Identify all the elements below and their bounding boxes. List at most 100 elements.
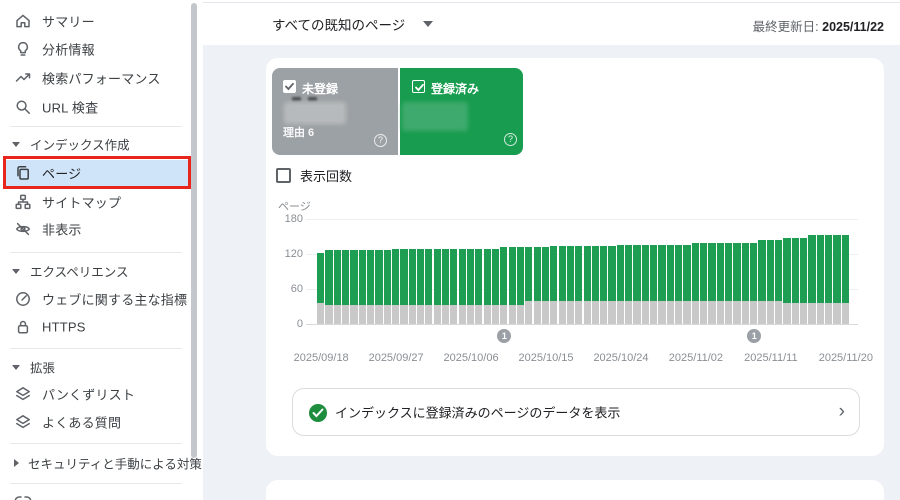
bar-segment-indexed[interactable]	[558, 245, 566, 301]
bar-segment-not-indexed[interactable]	[800, 303, 808, 324]
bar-segment-not-indexed[interactable]	[475, 304, 483, 324]
bar-segment-indexed[interactable]	[325, 249, 333, 305]
bar-segment-not-indexed[interactable]	[725, 300, 733, 324]
bar-segment-indexed[interactable]	[541, 247, 550, 301]
bar-segment-indexed[interactable]	[433, 248, 441, 305]
bar-segment-not-indexed[interactable]	[508, 304, 516, 324]
bar-segment-not-indexed[interactable]	[616, 300, 625, 324]
bar-segment-indexed[interactable]	[633, 244, 641, 301]
bar-segment-indexed[interactable]	[825, 235, 833, 303]
indexed-card[interactable]: 登録済み ?	[400, 68, 523, 155]
bar-segment-not-indexed[interactable]	[391, 304, 400, 324]
bar-segment-indexed[interactable]	[458, 248, 466, 305]
bar-segment-indexed[interactable]	[791, 237, 799, 303]
bar-segment-indexed[interactable]	[583, 245, 591, 301]
sidebar-item-summary[interactable]: サマリー	[0, 7, 186, 35]
bar-segment-indexed[interactable]	[575, 245, 583, 301]
bar-segment-indexed[interactable]	[508, 247, 516, 305]
bar-segment-not-indexed[interactable]	[541, 300, 550, 324]
bar-segment-indexed[interactable]	[383, 249, 391, 305]
bar-segment-indexed[interactable]	[716, 242, 724, 301]
bar-segment-not-indexed[interactable]	[525, 300, 533, 324]
bar-segment-indexed[interactable]	[566, 245, 575, 301]
bar-segment-not-indexed[interactable]	[441, 304, 450, 324]
sidebar-scrollbar[interactable]	[191, 3, 197, 458]
bar-segment-indexed[interactable]	[833, 235, 841, 303]
bar-segment-not-indexed[interactable]	[775, 300, 783, 324]
bar-segment-not-indexed[interactable]	[691, 300, 699, 324]
bar-segment-indexed[interactable]	[808, 235, 816, 303]
bar-segment-indexed[interactable]	[783, 237, 791, 303]
bar-segment-indexed[interactable]	[466, 248, 475, 305]
bar-segment-not-indexed[interactable]	[675, 300, 683, 324]
bar-segment-not-indexed[interactable]	[633, 300, 641, 324]
bar-segment-indexed[interactable]	[525, 247, 533, 301]
bar-segment-not-indexed[interactable]	[808, 303, 816, 324]
bar-segment-not-indexed[interactable]	[591, 300, 600, 324]
bar-segment-indexed[interactable]	[616, 244, 625, 301]
impressions-toggle[interactable]: 表示回数	[276, 167, 352, 184]
bar-segment-not-indexed[interactable]	[758, 300, 766, 324]
bar-segment-indexed[interactable]	[500, 247, 508, 305]
bar-segment-not-indexed[interactable]	[483, 304, 491, 324]
bar-segment-not-indexed[interactable]	[791, 303, 799, 324]
bar-segment-not-indexed[interactable]	[825, 303, 833, 324]
bar-segment-indexed[interactable]	[683, 244, 691, 301]
bar-segment-not-indexed[interactable]	[641, 300, 650, 324]
sidebar-section-enhancements[interactable]: 拡張	[0, 353, 186, 381]
bar-segment-not-indexed[interactable]	[625, 300, 633, 324]
bar-segment-not-indexed[interactable]	[608, 300, 616, 324]
page-filter-dropdown[interactable]: すべての既知のページ	[272, 13, 434, 35]
bar-segment-not-indexed[interactable]	[375, 304, 383, 324]
bar-segment-indexed[interactable]	[841, 235, 849, 303]
bar-segment-not-indexed[interactable]	[833, 303, 841, 324]
impressions-checkbox[interactable]	[276, 167, 291, 183]
indexed-checkbox[interactable]	[412, 80, 425, 93]
bar-segment-indexed[interactable]	[450, 248, 458, 305]
bar-segment-not-indexed[interactable]	[816, 303, 824, 324]
bar-segment-indexed[interactable]	[591, 245, 600, 301]
bar-segment-indexed[interactable]	[358, 249, 366, 305]
bar-segment-indexed[interactable]	[317, 252, 325, 303]
bar-segment-not-indexed[interactable]	[458, 304, 466, 324]
bar-segment-not-indexed[interactable]	[425, 304, 433, 324]
bar-segment-not-indexed[interactable]	[766, 300, 774, 324]
bar-segment-indexed[interactable]	[366, 249, 375, 305]
bar-segment-not-indexed[interactable]	[325, 304, 333, 324]
bar-segment-not-indexed[interactable]	[583, 300, 591, 324]
bar-segment-indexed[interactable]	[750, 242, 758, 301]
bar-segment-indexed[interactable]	[341, 249, 350, 305]
bar-segment-not-indexed[interactable]	[550, 300, 558, 324]
bar-segment-indexed[interactable]	[758, 240, 766, 301]
bar-segment-indexed[interactable]	[491, 248, 500, 305]
bar-segment-not-indexed[interactable]	[650, 300, 658, 324]
bar-segment-indexed[interactable]	[775, 240, 783, 301]
bar-segment-not-indexed[interactable]	[358, 304, 366, 324]
bar-segment-not-indexed[interactable]	[533, 300, 541, 324]
bar-segment-indexed[interactable]	[800, 237, 808, 303]
bar-segment-indexed[interactable]	[741, 242, 749, 301]
bar-segment-not-indexed[interactable]	[516, 304, 525, 324]
bar-segment-indexed[interactable]	[375, 249, 383, 305]
help-icon[interactable]: ?	[374, 134, 387, 147]
bar-segment-not-indexed[interactable]	[566, 300, 575, 324]
bar-segment-indexed[interactable]	[408, 248, 416, 305]
sidebar-item-core-web-vitals[interactable]: ウェブに関する主な指標	[0, 285, 187, 313]
bar-segment-not-indexed[interactable]	[683, 300, 691, 324]
bar-segment-indexed[interactable]	[708, 242, 716, 301]
bar-segment-indexed[interactable]	[391, 248, 400, 305]
sidebar-item-performance[interactable]: 検索パフォーマンス	[0, 64, 186, 92]
sidebar-section-experience[interactable]: エクスペリエンス	[0, 257, 186, 285]
bar-segment-indexed[interactable]	[441, 248, 450, 305]
sidebar-item-https[interactable]: HTTPS	[0, 313, 186, 341]
bar-segment-indexed[interactable]	[733, 242, 741, 301]
bar-segment-not-indexed[interactable]	[558, 300, 566, 324]
bar-segment-indexed[interactable]	[650, 244, 658, 301]
bar-segment-not-indexed[interactable]	[450, 304, 458, 324]
bar-segment-not-indexed[interactable]	[716, 300, 724, 324]
sidebar-item-insights[interactable]: 分析情報	[0, 35, 186, 63]
bar-segment-not-indexed[interactable]	[600, 300, 608, 324]
bar-segment-not-indexed[interactable]	[500, 304, 508, 324]
bar-segment-not-indexed[interactable]	[408, 304, 416, 324]
bar-segment-not-indexed[interactable]	[466, 304, 475, 324]
